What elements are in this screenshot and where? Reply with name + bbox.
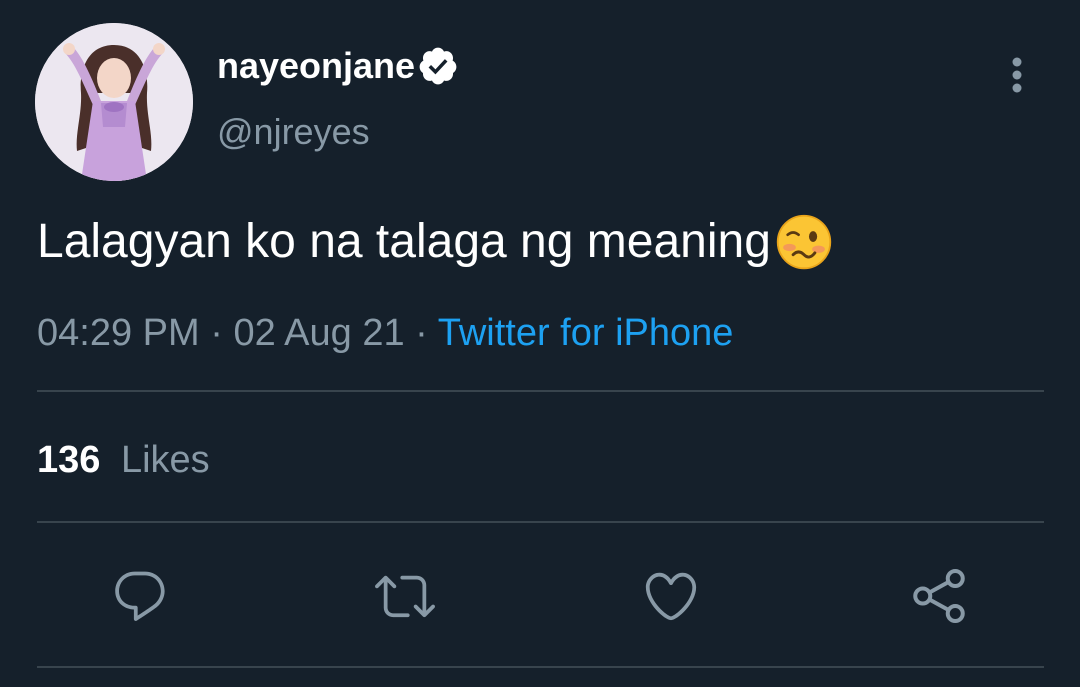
divider xyxy=(37,521,1044,523)
reply-button[interactable] xyxy=(110,566,170,626)
profile-photo xyxy=(35,23,193,181)
divider xyxy=(37,666,1044,668)
meta-dot: · xyxy=(415,312,428,354)
likes-label: Likes xyxy=(120,439,210,481)
retweet-button[interactable] xyxy=(375,566,435,626)
heart-icon xyxy=(645,572,697,621)
like-button[interactable] xyxy=(641,566,701,626)
tweet-text: Lalagyan ko na talaga ng meaning xyxy=(37,215,771,268)
likes-summary[interactable]: 136 Likes xyxy=(37,437,210,483)
display-name[interactable]: nayeonjane xyxy=(217,44,415,88)
more-options-icon[interactable] xyxy=(1003,54,1031,98)
speech-bubble-icon xyxy=(115,571,165,621)
author-name-row[interactable]: nayeonjane xyxy=(217,44,459,88)
tweet-text-row: Lalagyan ko na talaga ng meaning xyxy=(37,212,833,272)
tweet-meta: 04:29 PM · 02 Aug 21 · Twitter for iPhon… xyxy=(37,310,733,356)
likes-count: 136 xyxy=(37,439,101,481)
share-button[interactable] xyxy=(909,566,969,626)
avatar[interactable] xyxy=(35,23,193,181)
woozy-face-icon xyxy=(776,214,832,270)
handle[interactable]: @njreyes xyxy=(217,110,370,154)
verified-badge-icon xyxy=(419,47,457,85)
tweet-source-link[interactable]: Twitter for iPhone xyxy=(438,312,734,354)
divider xyxy=(37,390,1044,392)
tweet-time[interactable]: 04:29 PM xyxy=(37,312,200,354)
tweet-date[interactable]: 02 Aug 21 xyxy=(233,312,404,354)
meta-dot: · xyxy=(210,312,223,354)
retweet-icon xyxy=(375,575,435,618)
share-icon xyxy=(913,569,965,623)
